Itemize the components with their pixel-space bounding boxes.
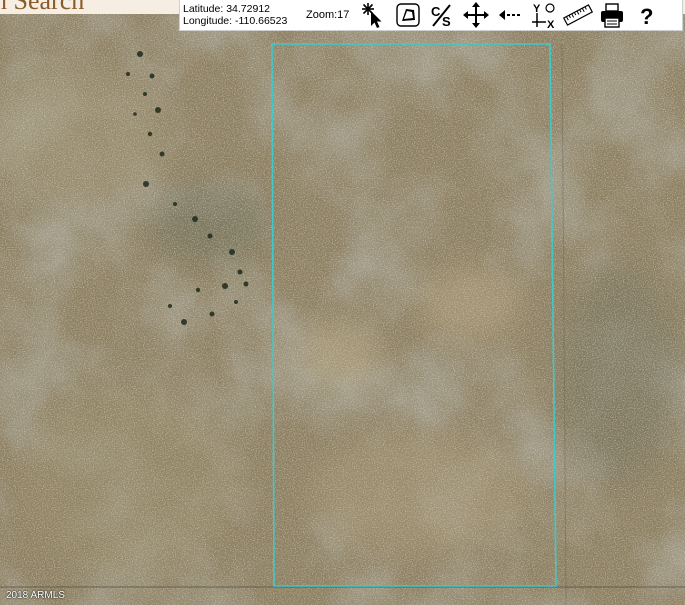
pan-arrows-icon	[462, 2, 489, 28]
help-tool-button[interactable]: ?	[629, 1, 662, 29]
back-arrow-icon	[498, 10, 520, 20]
printer-icon	[600, 3, 623, 28]
pan-tool-button[interactable]	[459, 1, 492, 29]
starburst-cursor-icon	[361, 3, 381, 28]
polygon-tool-button[interactable]	[391, 1, 424, 29]
zoom-readout: Zoom:17	[306, 9, 350, 21]
coordinate-readout: Latitude: 34.72912 Longitude: -110.66523	[180, 3, 297, 27]
xy-coordinates-icon: Y X	[531, 3, 555, 29]
svg-text:S: S	[442, 14, 451, 29]
identify-tool-button[interactable]	[357, 1, 390, 29]
svg-text:?: ?	[640, 4, 653, 29]
map-copyright: 2018 ARMLS	[6, 590, 65, 601]
longitude-readout: Longitude: -110.66523	[183, 15, 288, 27]
map-viewport[interactable]: 2018 ARMLS	[0, 14, 685, 605]
polygon-select-icon	[395, 3, 420, 27]
satellite-imagery[interactable]	[0, 14, 685, 605]
clear-selection-icon: C S	[431, 4, 451, 29]
latitude-readout: Latitude: 34.72912	[183, 3, 270, 15]
coordinates-tool-button[interactable]: Y X	[527, 1, 560, 29]
clear-selection-tool-button[interactable]: C S	[425, 1, 458, 29]
map-toolbar: Latitude: 34.72912 Longitude: -110.66523…	[180, 0, 682, 30]
print-tool-button[interactable]	[595, 1, 628, 29]
question-mark-icon: ?	[640, 4, 653, 29]
svg-text:X: X	[547, 19, 555, 29]
measure-tool-button[interactable]	[561, 1, 594, 29]
ruler-icon	[562, 4, 593, 26]
back-tool-button[interactable]	[493, 1, 526, 29]
